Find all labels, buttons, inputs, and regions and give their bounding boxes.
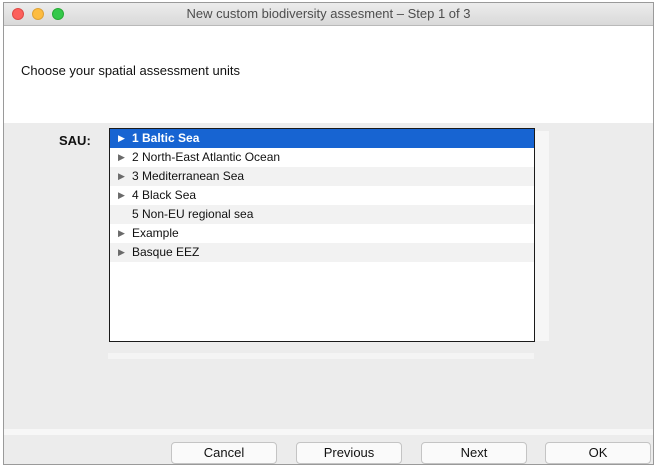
expand-arrow-icon[interactable]: ▶ xyxy=(118,186,125,205)
sau-item-black-sea[interactable]: ▶ 4 Black Sea xyxy=(110,186,534,205)
next-button[interactable]: Next xyxy=(421,442,527,464)
sau-item-example[interactable]: ▶ Example xyxy=(110,224,534,243)
sau-item-basque-eez[interactable]: ▶ Basque EEZ xyxy=(110,243,534,262)
sau-label: SAU: xyxy=(59,133,91,148)
expand-arrow-icon[interactable]: ▶ xyxy=(118,243,125,262)
sau-item-label: Example xyxy=(132,226,179,240)
cancel-button[interactable]: Cancel xyxy=(171,442,277,464)
expand-arrow-icon[interactable]: ▶ xyxy=(118,224,125,243)
sau-item-north-east-atlantic[interactable]: ▶ 2 North-East Atlantic Ocean xyxy=(110,148,534,167)
sau-item-label: 4 Black Sea xyxy=(132,188,197,202)
sau-item-label: 2 North-East Atlantic Ocean xyxy=(132,150,281,164)
expand-arrow-icon[interactable]: ▶ xyxy=(118,129,125,148)
sau-item-baltic-sea[interactable]: ▶ 1 Baltic Sea xyxy=(110,129,534,148)
previous-button[interactable]: Previous xyxy=(296,442,402,464)
sau-tree-list[interactable]: ▶ 1 Baltic Sea ▶ 2 North-East Atlantic O… xyxy=(109,128,535,342)
expand-arrow-icon[interactable]: ▶ xyxy=(118,167,125,186)
sau-item-label: 3 Mediterranean Sea xyxy=(132,169,245,183)
button-bar: Cancel Previous Next OK xyxy=(4,435,653,464)
list-side-panel xyxy=(534,131,549,341)
header-panel: Choose your spatial assessment units xyxy=(4,26,653,123)
window-title: New custom biodiversity assesment – Step… xyxy=(186,6,471,21)
dialog-window: New custom biodiversity assesment – Step… xyxy=(3,2,654,465)
step-prompt: Choose your spatial assessment units xyxy=(21,63,240,78)
sau-item-label: 5 Non-EU regional sea xyxy=(132,207,254,221)
sau-item-non-eu-regional-sea[interactable]: 5 Non-EU regional sea xyxy=(110,205,534,224)
content-panel: SAU: ▶ 1 Baltic Sea ▶ 2 North-East Atlan… xyxy=(4,123,653,429)
sau-item-label: Basque EEZ xyxy=(132,245,200,259)
expand-arrow-icon[interactable]: ▶ xyxy=(118,148,125,167)
sau-item-label: 1 Baltic Sea xyxy=(132,131,200,145)
title-bar[interactable]: New custom biodiversity assesment – Step… xyxy=(4,3,653,26)
list-footer-strip xyxy=(108,353,534,359)
sau-item-mediterranean-sea[interactable]: ▶ 3 Mediterranean Sea xyxy=(110,167,534,186)
ok-button[interactable]: OK xyxy=(545,442,651,464)
